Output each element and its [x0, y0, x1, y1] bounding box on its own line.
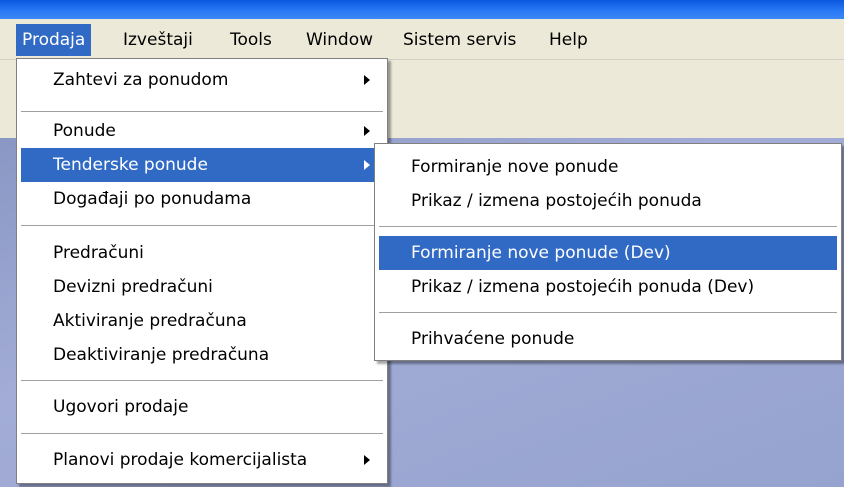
menu-item-label: Događaji po ponudama [53, 189, 252, 209]
menu-item-deaktiviranje-predracuna[interactable]: Deaktiviranje predračuna [21, 338, 383, 372]
menu-item-tenderske-ponude[interactable]: Tenderske ponude [21, 148, 383, 182]
prodaja-dropdown-menu: Zahtevi za ponudom Ponude Tenderske ponu… [16, 58, 388, 484]
menu-item-dogadjaji-po-ponudama[interactable]: Događaji po ponudama [21, 182, 383, 216]
submenu-item-formiranje-nove-ponude-dev[interactable]: Formiranje nove ponude (Dev) [379, 236, 837, 270]
menu-prodaja[interactable]: Prodaja [16, 24, 92, 56]
menu-help[interactable]: Help [543, 24, 594, 56]
menu-item-label: Ponude [53, 121, 116, 141]
menu-item-planovi-prodaje-komercijalista[interactable]: Planovi prodaje komercijalista [21, 443, 383, 477]
menu-item-zahtevi-za-ponudom[interactable]: Zahtevi za ponudom [21, 63, 383, 97]
menu-izvestaji[interactable]: Izveštaji [117, 24, 199, 56]
submenu-item-prihvacene-ponude[interactable]: Prihvaćene ponude [379, 322, 837, 356]
menu-item-label: Prihvaćene ponude [411, 329, 575, 349]
menu-item-label: Prikaz / izmena postojećih ponuda [411, 191, 702, 211]
menu-item-aktiviranje-predracuna[interactable]: Aktiviranje predračuna [21, 304, 383, 338]
menu-item-label: Devizni predračuni [53, 277, 213, 297]
menu-separator [21, 380, 383, 381]
submenu-arrow-icon [364, 160, 370, 170]
menu-separator [21, 111, 383, 112]
submenu-arrow-icon [364, 455, 370, 465]
menu-item-label: Formiranje nove ponude [411, 157, 619, 177]
menu-item-label: Deaktiviranje predračuna [53, 345, 270, 365]
menu-item-label: Zahtevi za ponudom [53, 70, 229, 90]
menu-item-label: Aktiviranje predračuna [53, 311, 247, 331]
submenu-arrow-icon [364, 126, 370, 136]
menu-item-label: Formiranje nove ponude (Dev) [411, 243, 671, 263]
menu-item-label: Tenderske ponude [53, 155, 208, 175]
menu-separator [379, 226, 837, 227]
submenu-item-prikaz-izmena-postojecih-ponuda-dev[interactable]: Prikaz / izmena postojećih ponuda (Dev) [379, 270, 837, 304]
menu-separator [21, 225, 383, 226]
menu-item-ponude[interactable]: Ponude [21, 114, 383, 148]
menu-item-predracuni[interactable]: Predračuni [21, 236, 383, 270]
menu-sistem-servis[interactable]: Sistem servis [397, 24, 522, 56]
submenu-item-formiranje-nove-ponude[interactable]: Formiranje nove ponude [379, 150, 837, 184]
menu-item-ugovori-prodaje[interactable]: Ugovori prodaje [21, 390, 383, 424]
menu-tools[interactable]: Tools [224, 24, 278, 56]
menu-separator [21, 433, 383, 434]
menu-bar: Prodaja Izveštaji Tools Window Sistem se… [0, 19, 844, 60]
submenu-arrow-icon [364, 75, 370, 85]
menu-item-label: Predračuni [53, 243, 144, 263]
window-title-bar [0, 0, 844, 19]
submenu-item-prikaz-izmena-postojecih-ponuda[interactable]: Prikaz / izmena postojećih ponuda [379, 184, 837, 218]
menu-item-label: Ugovori prodaje [53, 397, 189, 417]
tenderske-ponude-submenu: Formiranje nove ponude Prikaz / izmena p… [374, 143, 842, 361]
menu-item-label: Prikaz / izmena postojećih ponuda (Dev) [411, 277, 755, 297]
menu-item-devizni-predracuni[interactable]: Devizni predračuni [21, 270, 383, 304]
menu-separator [379, 312, 837, 313]
menu-item-label: Planovi prodaje komercijalista [53, 450, 308, 470]
menu-window[interactable]: Window [300, 24, 379, 56]
